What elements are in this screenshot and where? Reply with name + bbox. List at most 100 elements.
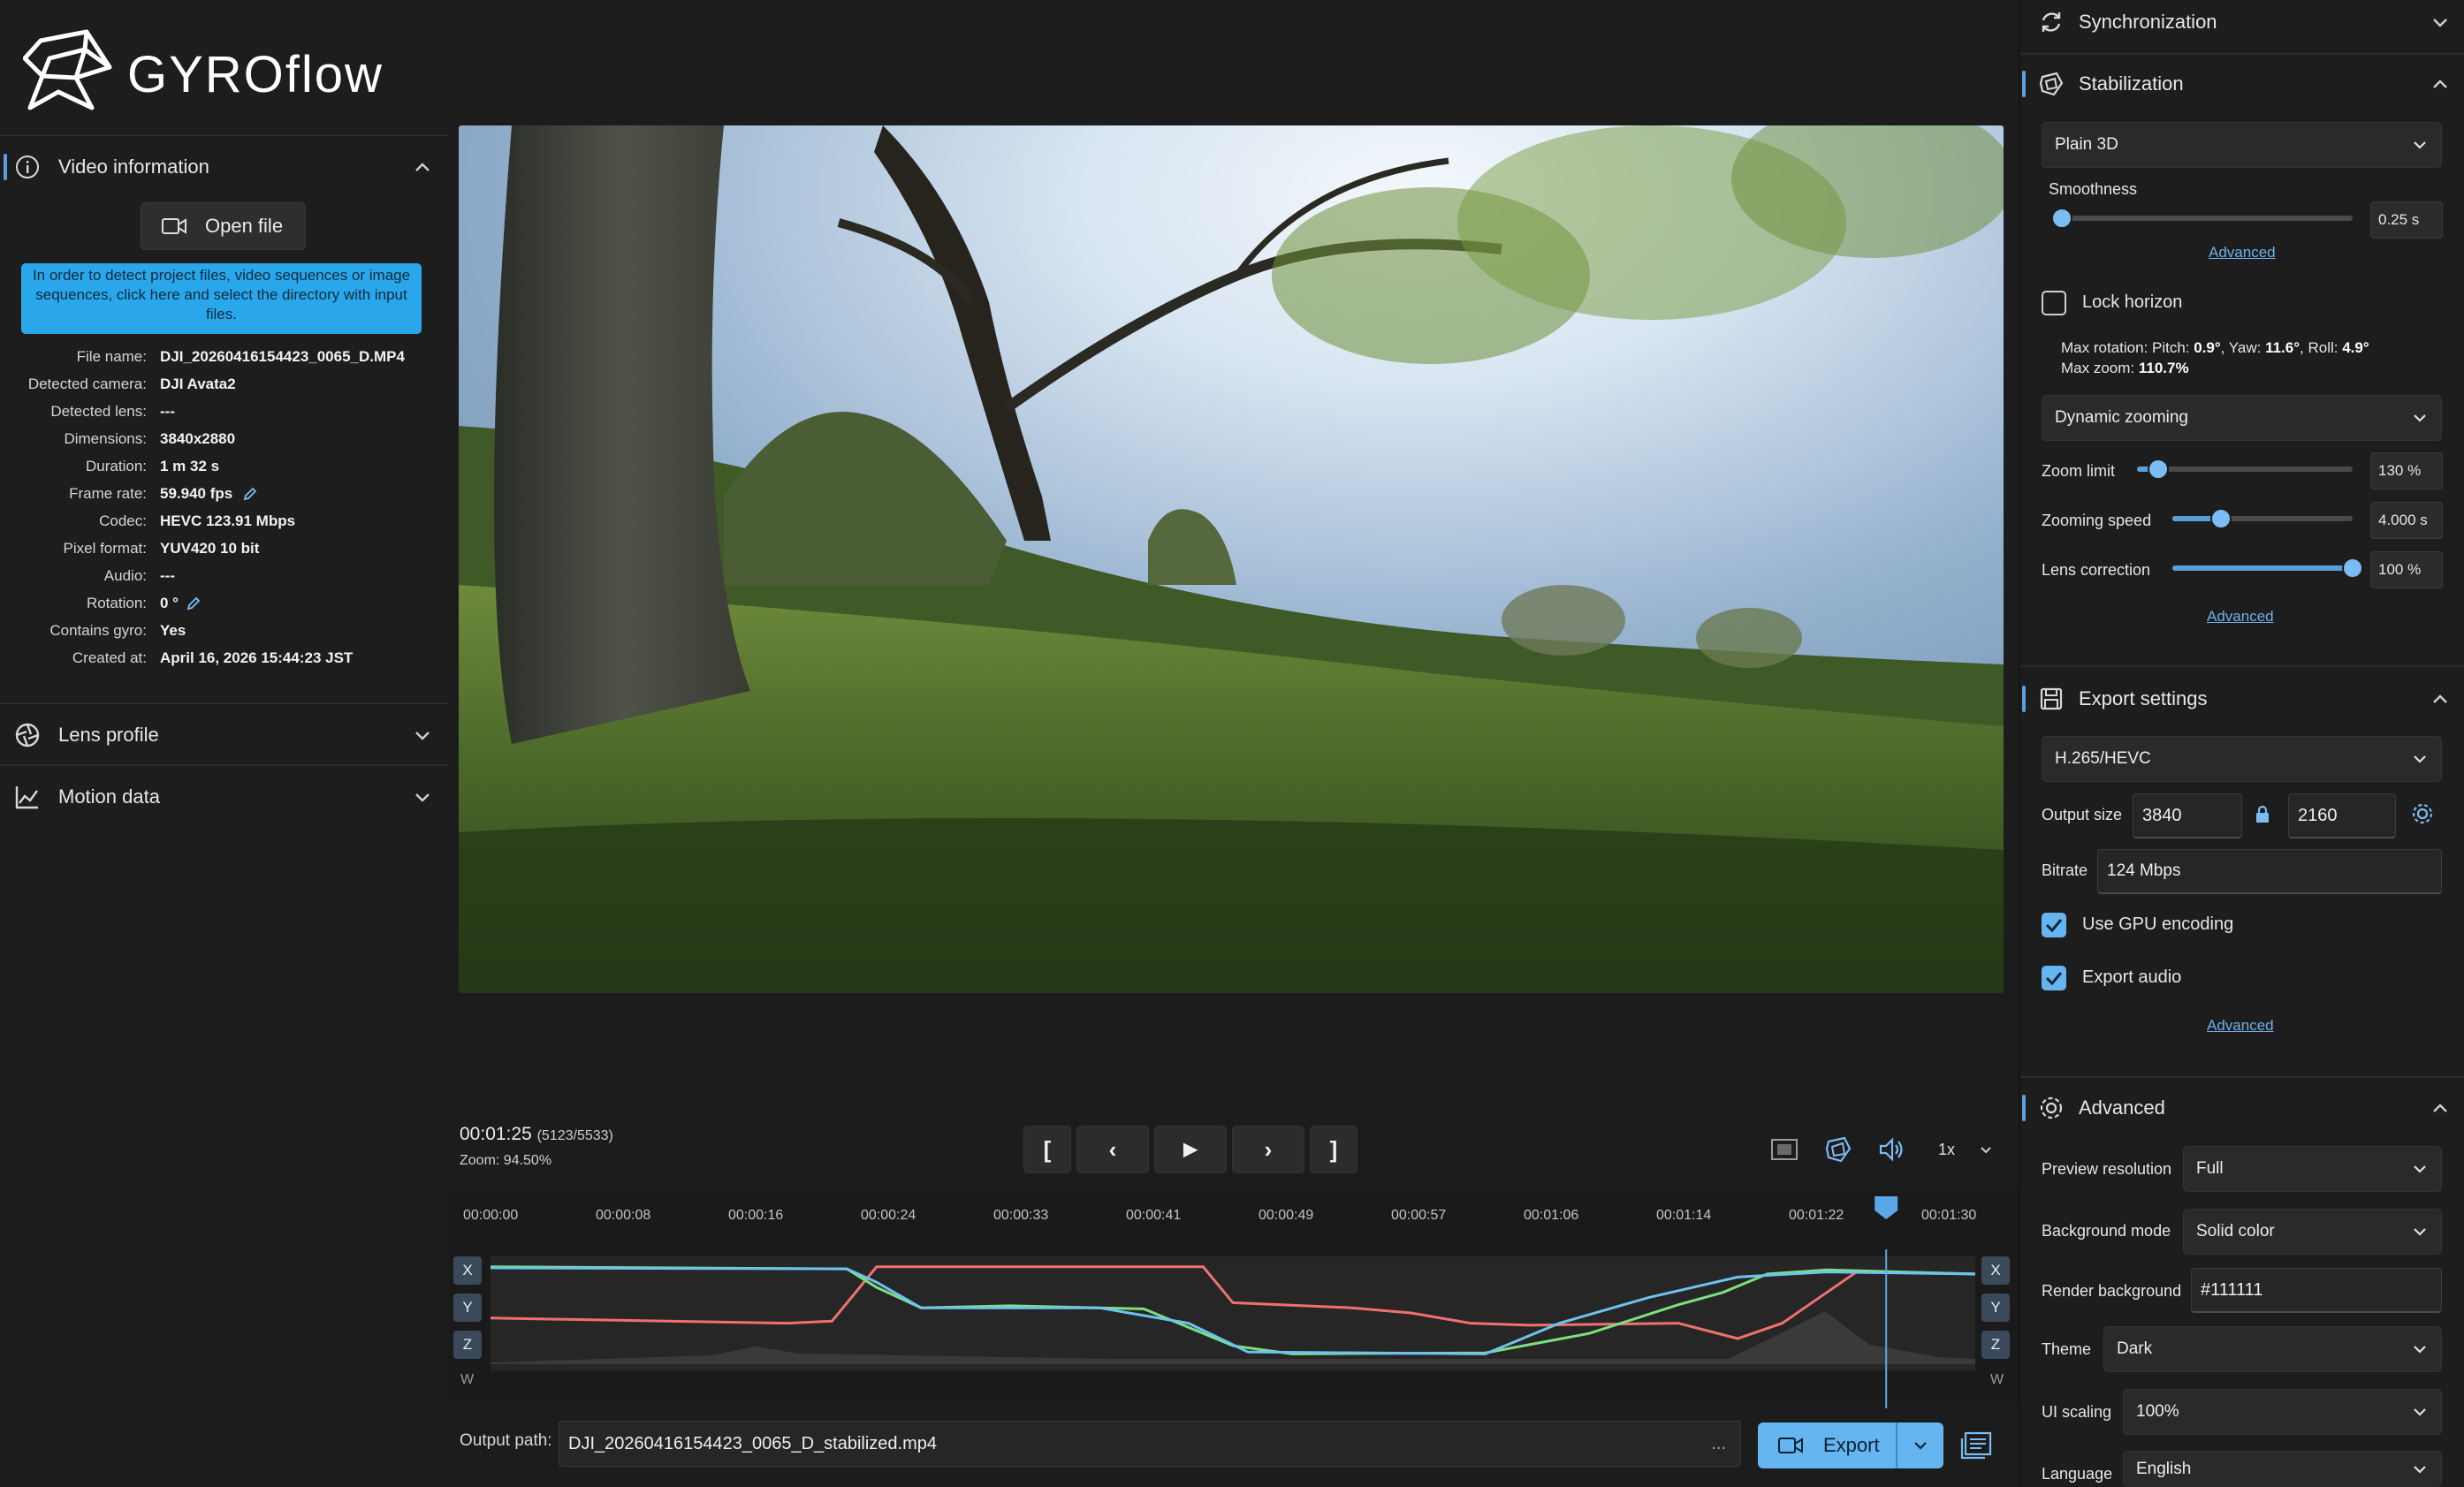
info-row: Detected camera: DJI Avata2 — [0, 370, 448, 398]
out-point-glyph: ] — [1329, 1136, 1338, 1163]
smoothing-method-select[interactable]: Plain 3D — [2042, 122, 2442, 168]
bitrate-label: Bitrate — [2042, 861, 2088, 879]
axis-toggle-left-y[interactable]: Y — [453, 1294, 482, 1322]
volume-icon[interactable] — [1877, 1134, 1907, 1165]
zoom-readout: Zoom: 94.50% — [460, 1153, 552, 1168]
chevron-down-icon[interactable] — [413, 787, 432, 807]
video-preview[interactable] — [459, 125, 2004, 993]
output-path-field[interactable]: DJI_20260416154423_0065_D_stabilized.mp4… — [559, 1421, 1741, 1467]
info-value: 3840x2880 — [160, 430, 236, 447]
lock-icon[interactable] — [2255, 805, 2270, 824]
export-audio-checkbox[interactable] — [2042, 966, 2066, 990]
play-button[interactable]: ▶ — [1154, 1126, 1227, 1173]
use-gpu-encoding-checkbox[interactable] — [2042, 913, 2066, 937]
next-frame-button[interactable]: › — [1232, 1126, 1304, 1173]
edit-pencil-icon[interactable] — [243, 487, 257, 501]
lock-horizon-label: Lock horizon — [2082, 292, 2183, 312]
export-options-dropdown[interactable] — [1896, 1423, 1945, 1468]
axis-toggle-right-x[interactable]: X — [1981, 1256, 2010, 1285]
set-out-point-button[interactable]: ] — [1310, 1126, 1357, 1173]
frame-counter: (5123/5533) — [536, 1128, 613, 1143]
zooming-speed-slider[interactable] — [2172, 508, 2353, 529]
output-height-field[interactable]: 2160 — [2288, 793, 2396, 838]
zooming-advanced-link[interactable]: Advanced — [2207, 608, 2274, 626]
info-value: 59.940 fps — [160, 485, 233, 502]
theme-select[interactable]: Dark — [2103, 1326, 2442, 1372]
chevron-up-icon[interactable] — [2430, 1098, 2450, 1118]
preview-resolution-label: Preview resolution — [2042, 1160, 2172, 1178]
zooming-speed-value: 4.000 s — [2378, 512, 2428, 528]
export-advanced-link[interactable]: Advanced — [2207, 1017, 2274, 1035]
slider-handle[interactable] — [2342, 558, 2363, 579]
checkmark-icon — [2045, 972, 2063, 986]
gyroflow-stabilization-icon — [2038, 71, 2065, 97]
playback-speed-select[interactable]: 1x — [1924, 1131, 2004, 1168]
motion-data-title: Motion data — [58, 785, 160, 808]
advanced-header[interactable]: Advanced — [2020, 1077, 2464, 1139]
info-value: YUV420 10 bit — [160, 540, 260, 557]
previous-frame-button[interactable]: ‹ — [1076, 1126, 1149, 1173]
lens-correction-value-field[interactable]: 100 % — [2370, 551, 2443, 588]
chevron-up-icon[interactable] — [2430, 689, 2450, 709]
chevron-up-icon[interactable] — [413, 157, 432, 177]
max-zoom-readout: Max zoom: 110.7% — [2061, 360, 2189, 377]
axis-toggle-right-z[interactable]: Z — [1981, 1331, 2010, 1359]
chevron-up-icon[interactable] — [2430, 74, 2450, 94]
output-height-value: 2160 — [2298, 806, 2338, 825]
chevron-down-icon[interactable] — [413, 725, 432, 745]
slider-handle[interactable] — [2050, 208, 2072, 229]
render-queue-icon[interactable] — [1960, 1430, 1994, 1461]
smoothness-value-field[interactable]: 0.25 s — [2370, 201, 2443, 239]
render-background-field[interactable]: #111111 — [2191, 1268, 2442, 1313]
export-settings-header[interactable]: Export settings — [2020, 668, 2464, 730]
info-key: Audio: — [103, 567, 147, 584]
codec-select[interactable]: H.265/HEVC — [2042, 736, 2442, 782]
stabilization-advanced-link[interactable]: Advanced — [2209, 244, 2276, 262]
zoom-limit-value-field[interactable]: 130 % — [2370, 452, 2443, 489]
axis-toggle-left-z[interactable]: Z — [453, 1331, 482, 1359]
ui-scaling-select[interactable]: 100% — [2123, 1389, 2442, 1435]
motion-data-header[interactable]: Motion data — [0, 764, 448, 828]
project-detect-hint[interactable]: In order to detect project files, video … — [21, 263, 422, 334]
stabilization-toggle-icon[interactable] — [1823, 1134, 1853, 1165]
synchronization-header[interactable]: Synchronization — [2020, 0, 2464, 53]
gear-icon[interactable] — [2410, 801, 2435, 826]
preview-resolution-select[interactable]: Full — [2183, 1146, 2442, 1192]
info-key: Detected camera: — [27, 376, 147, 392]
zoom-limit-slider[interactable] — [2137, 459, 2353, 480]
codec-value: H.265/HEVC — [2055, 749, 2151, 768]
axis-toggle-right-y[interactable]: Y — [1981, 1294, 2010, 1322]
language-select[interactable]: English — [2123, 1451, 2442, 1487]
use-gpu-encoding-label: Use GPU encoding — [2082, 914, 2234, 934]
chevron-down-icon[interactable] — [2430, 12, 2450, 32]
logo-text: GYROflow — [127, 46, 384, 103]
section-accent — [2022, 1095, 2026, 1121]
video-information-header[interactable]: Video information — [0, 134, 448, 198]
timeline-chart[interactable] — [490, 1196, 1976, 1408]
browse-output-button[interactable]: ... — [1711, 1422, 1726, 1466]
info-key: Frame rate: — [69, 485, 147, 502]
slider-handle[interactable] — [2210, 508, 2232, 529]
zooming-speed-value-field[interactable]: 4.000 s — [2370, 502, 2443, 539]
lock-horizon-checkbox[interactable] — [2042, 291, 2066, 315]
output-path-value: DJI_20260416154423_0065_D_stabilized.mp4 — [568, 1434, 937, 1453]
background-mode-select[interactable]: Solid color — [2183, 1209, 2442, 1255]
zooming-mode-select[interactable]: Dynamic zooming — [2042, 395, 2442, 441]
set-in-point-button[interactable]: [ — [1023, 1126, 1071, 1173]
edit-pencil-icon[interactable] — [186, 596, 201, 611]
open-file-button[interactable]: Open file — [141, 202, 306, 250]
axis-toggle-left-x[interactable]: X — [453, 1256, 482, 1285]
fullscreen-icon[interactable] — [1769, 1134, 1799, 1165]
slider-fill — [2172, 565, 2353, 571]
output-width-field[interactable]: 3840 — [2133, 793, 2242, 838]
bitrate-field[interactable]: 124 Mbps — [2097, 849, 2442, 894]
lens-correction-value: 100 % — [2378, 561, 2422, 578]
render-background-value: #111111 — [2201, 1280, 2263, 1300]
stabilization-header[interactable]: Stabilization — [2020, 53, 2464, 115]
zooming-mode-value: Dynamic zooming — [2055, 408, 2188, 427]
export-label: Export — [1823, 1434, 1880, 1456]
info-row: Dimensions: 3840x2880 — [0, 425, 448, 452]
smoothness-slider[interactable] — [2050, 208, 2353, 229]
lens-profile-header[interactable]: Lens profile — [0, 702, 448, 766]
lens-correction-slider[interactable] — [2172, 558, 2363, 579]
